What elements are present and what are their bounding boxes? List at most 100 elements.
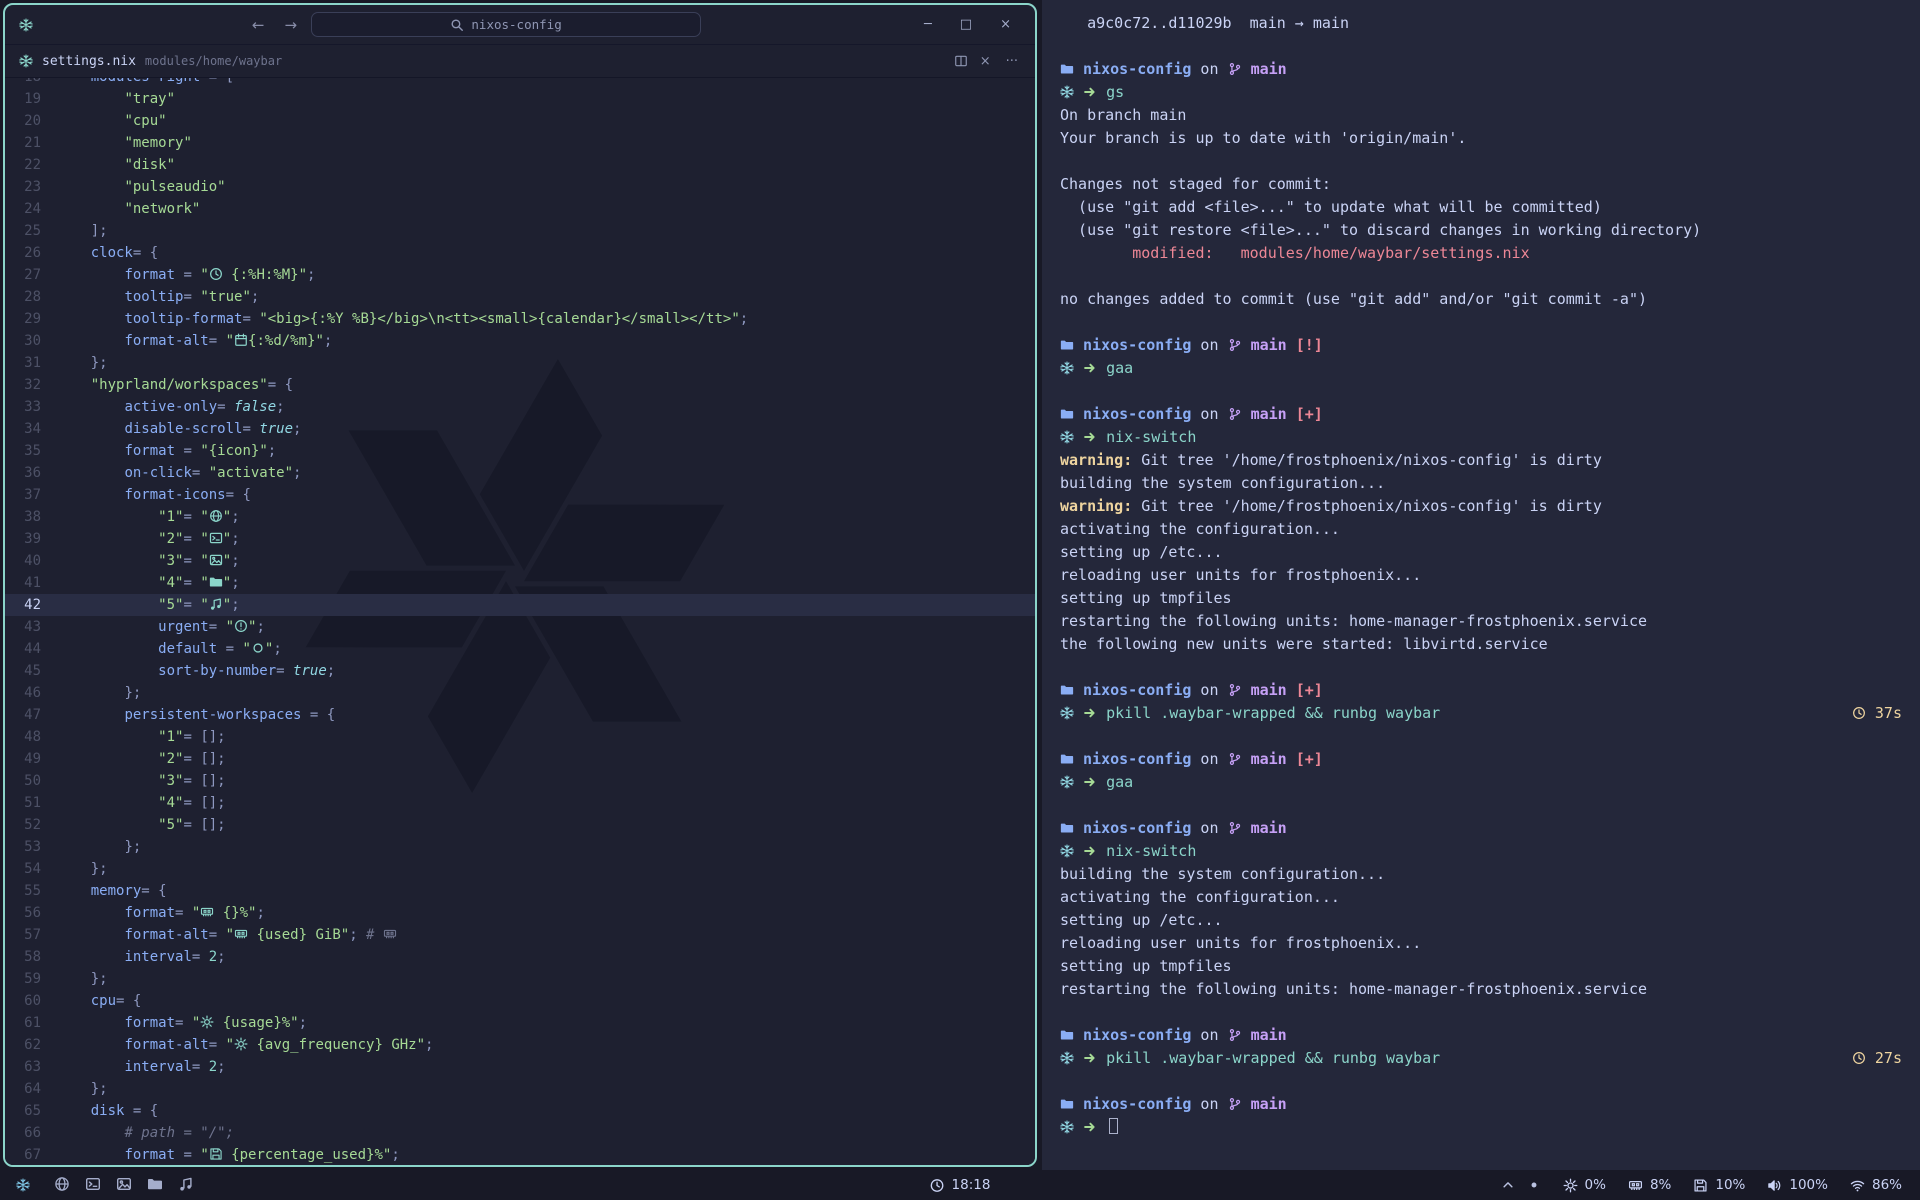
code-line-28[interactable]: 28 tooltip= "true";	[5, 286, 1035, 308]
text-segment	[57, 971, 91, 987]
text-segment: =	[209, 333, 226, 349]
code-line-41[interactable]: 41 "4"= "";	[5, 572, 1035, 594]
code-line-22[interactable]: 22 "disk"	[5, 154, 1035, 176]
nix-launcher-icon[interactable]	[16, 1178, 30, 1192]
code-line-18[interactable]: 18 modules-right = [	[5, 78, 1035, 88]
code-line-47[interactable]: 47 persistent-workspaces = {	[5, 704, 1035, 726]
code-line-55[interactable]: 55 memory= {	[5, 880, 1035, 902]
code-line-25[interactable]: 25 ];	[5, 220, 1035, 242]
code-line-67[interactable]: 67 format = " {percentage_used}%";	[5, 1144, 1035, 1165]
text-segment: =	[183, 575, 200, 591]
tray-dot-icon[interactable]	[1527, 1178, 1541, 1192]
module-network[interactable]: 86%	[1850, 1177, 1902, 1193]
nav-back-button[interactable]: ←	[246, 16, 271, 34]
text-segment: "	[242, 641, 250, 657]
code-line-46[interactable]: 46 };	[5, 682, 1035, 704]
text-segment: {}%"	[214, 905, 256, 921]
code-line-57[interactable]: 57 format-alt= " {used} GiB"; #	[5, 924, 1035, 946]
tab-close-button[interactable]: ×	[977, 54, 994, 69]
bar-clock[interactable]: 18:18	[930, 1177, 991, 1193]
code-line-20[interactable]: 20 "cpu"	[5, 110, 1035, 132]
maximize-button[interactable]: □	[950, 17, 982, 32]
command-center[interactable]: nixos-config	[311, 12, 701, 37]
split-editor-icon[interactable]	[954, 54, 968, 68]
code-line-42[interactable]: 42 "5"= "";	[5, 594, 1035, 616]
workspace-button-5[interactable]	[178, 1176, 194, 1194]
code-line-19[interactable]: 19 "tray"	[5, 88, 1035, 110]
text-segment	[1287, 405, 1296, 423]
code-line-56[interactable]: 56 format= " {}%";	[5, 902, 1035, 924]
code-line-23[interactable]: 23 "pulseaudio"	[5, 176, 1035, 198]
workspace-button-3[interactable]	[116, 1176, 132, 1194]
code-line-39[interactable]: 39 "2"= "";	[5, 528, 1035, 550]
code-line-65[interactable]: 65 disk = {	[5, 1100, 1035, 1122]
tab-more-button[interactable]: ···	[1003, 54, 1021, 69]
image-icon	[116, 1176, 132, 1192]
code-line-37[interactable]: 37 format-icons= {	[5, 484, 1035, 506]
terminal-line: restarting the following units: home-man…	[1060, 978, 1902, 1001]
code-line-58[interactable]: 58 interval= 2;	[5, 946, 1035, 968]
minimize-button[interactable]: ─	[914, 17, 942, 32]
editor[interactable]: 18 modules-right = [19 "tray"20 "cpu"21 …	[5, 78, 1035, 1165]
text-segment: Git tree '/home/frostphoenix/nixos-confi…	[1132, 451, 1602, 469]
code-line-35[interactable]: 35 format = "{icon}";	[5, 440, 1035, 462]
code-line-51[interactable]: 51 "4"= [];	[5, 792, 1035, 814]
text-segment: reloading user units for frostphoenix...	[1060, 934, 1421, 952]
code-line-26[interactable]: 26 clock= {	[5, 242, 1035, 264]
line-number: 44	[5, 638, 57, 660]
nav-forward-button[interactable]: →	[278, 16, 303, 34]
code-line-59[interactable]: 59 };	[5, 968, 1035, 990]
code-line-44[interactable]: 44 default = "";	[5, 638, 1035, 660]
module-cpu[interactable]: 0%	[1563, 1177, 1606, 1193]
text-segment: "hyprland/workspaces"	[91, 377, 268, 393]
code-line-60[interactable]: 60 cpu= {	[5, 990, 1035, 1012]
text-segment: "5"	[158, 597, 183, 613]
code-line-30[interactable]: 30 format-alt= "{:%d/%m}";	[5, 330, 1035, 352]
text-segment: the following new units were started: li…	[1060, 635, 1548, 653]
code-line-33[interactable]: 33 active-only= false;	[5, 396, 1035, 418]
code-line-62[interactable]: 62 format-alt= " {avg_frequency} GHz";	[5, 1034, 1035, 1056]
line-number: 34	[5, 418, 57, 440]
code-line-21[interactable]: 21 "memory"	[5, 132, 1035, 154]
code-line-31[interactable]: 31 };	[5, 352, 1035, 374]
close-button[interactable]: ×	[990, 17, 1021, 32]
code-line-45[interactable]: 45 sort-by-number= true;	[5, 660, 1035, 682]
code-line-38[interactable]: 38 "1"= "";	[5, 506, 1035, 528]
code-line-48[interactable]: 48 "1"= [];	[5, 726, 1035, 748]
code-line-24[interactable]: 24 "network"	[5, 198, 1035, 220]
text-segment	[1074, 842, 1083, 860]
code-line-52[interactable]: 52 "5"= [];	[5, 814, 1035, 836]
editor-titlebar[interactable]: ← → nixos-config ─ □ ×	[5, 5, 1035, 45]
code-line-66[interactable]: 66 # path = "/";	[5, 1122, 1035, 1144]
workspace-button-2[interactable]	[85, 1176, 101, 1194]
workspace-button-1[interactable]	[54, 1176, 70, 1194]
code-line-63[interactable]: 63 interval= 2;	[5, 1056, 1035, 1078]
code-line-64[interactable]: 64 };	[5, 1078, 1035, 1100]
code-line-43[interactable]: 43 urgent= "";	[5, 616, 1035, 638]
module-memory[interactable]: 8%	[1628, 1177, 1671, 1193]
module-pulseaudio[interactable]: 100%	[1767, 1177, 1828, 1193]
arrow-icon	[1083, 361, 1097, 375]
code-line-50[interactable]: 50 "3"= [];	[5, 770, 1035, 792]
line-number: 38	[5, 506, 57, 528]
workspace-button-4[interactable]	[147, 1176, 163, 1194]
text-segment: =	[183, 289, 200, 305]
terminal[interactable]: a9c0c72..d11029b main → main nixos-confi…	[1042, 0, 1920, 1170]
code-line-49[interactable]: 49 "2"= [];	[5, 748, 1035, 770]
code-line-32[interactable]: 32 "hyprland/workspaces"= {	[5, 374, 1035, 396]
text-segment	[57, 443, 124, 459]
code-line-34[interactable]: 34 disable-scroll= true;	[5, 418, 1035, 440]
code-line-36[interactable]: 36 on-click= "activate";	[5, 462, 1035, 484]
code-line-53[interactable]: 53 };	[5, 836, 1035, 858]
arrow-icon	[1083, 706, 1097, 720]
module-disk[interactable]: 10%	[1693, 1177, 1745, 1193]
code-line-27[interactable]: 27 format = " {:%H:%M}";	[5, 264, 1035, 286]
code-line-54[interactable]: 54 };	[5, 858, 1035, 880]
tab-filename[interactable]: settings.nix	[42, 54, 136, 69]
text-segment: true	[293, 663, 327, 679]
code-line-40[interactable]: 40 "3"= "";	[5, 550, 1035, 572]
code-line-61[interactable]: 61 format= " {usage}%";	[5, 1012, 1035, 1034]
tray-chevron-up-icon[interactable]	[1501, 1178, 1515, 1192]
code-line-29[interactable]: 29 tooltip-format= "<big>{:%Y %B}</big>\…	[5, 308, 1035, 330]
text-segment	[1074, 681, 1083, 699]
